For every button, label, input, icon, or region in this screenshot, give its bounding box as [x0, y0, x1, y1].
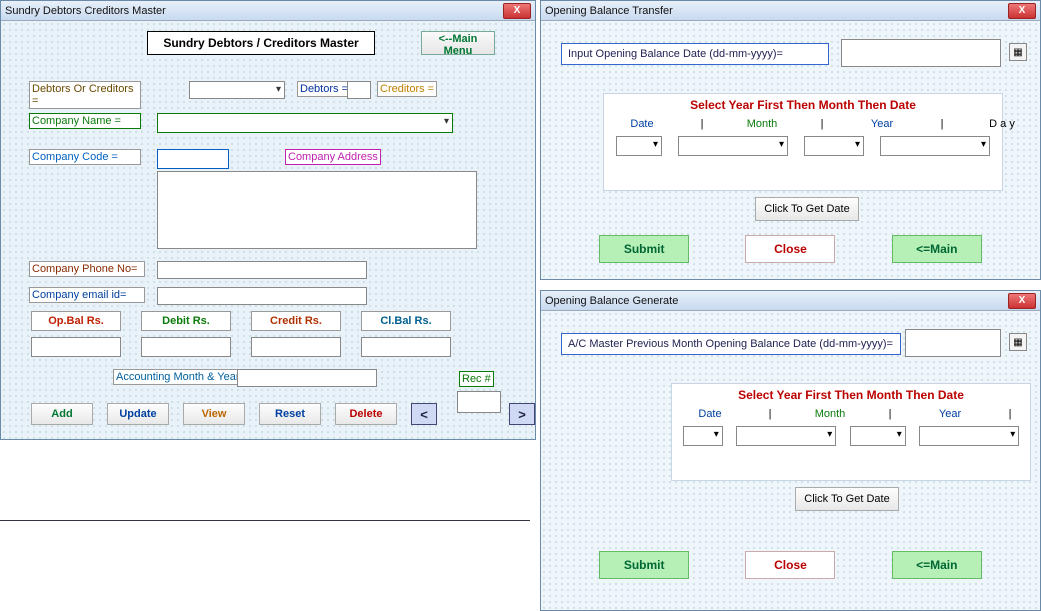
divider	[0, 520, 530, 521]
transfer-titlebar: Opening Balance Transfer X	[541, 1, 1040, 21]
generate-date-panel: Select Year First Then Month Then Date D…	[671, 383, 1031, 481]
debtors-or-creditors-select[interactable]	[189, 81, 285, 99]
opening-balance-generate-window: Opening Balance Generate X A/C Master Pr…	[540, 290, 1041, 611]
amount-fields-row	[31, 337, 451, 357]
label-debit: Debit Rs.	[141, 311, 231, 331]
debit-field[interactable]	[141, 337, 231, 357]
close-icon[interactable]: X	[503, 3, 531, 19]
get-date-button[interactable]: Click To Get Date	[755, 197, 859, 221]
hdr-month: Month	[732, 118, 792, 130]
generate-titlebar: Opening Balance Generate X	[541, 291, 1040, 311]
close-icon[interactable]: X	[1008, 3, 1036, 19]
panel-title: Select Year First Then Month Then Date	[604, 94, 1002, 116]
op-bal-field[interactable]	[31, 337, 121, 357]
panel-title: Select Year First Then Month Then Date	[672, 384, 1030, 406]
panel-selects	[604, 132, 1002, 156]
main-button[interactable]: <=Main	[892, 235, 982, 263]
credit-field[interactable]	[251, 337, 341, 357]
page-title: Sundry Debtors / Creditors Master	[147, 31, 375, 55]
hdr-date: Date	[680, 408, 740, 420]
label-company-address: Company Address	[285, 149, 381, 165]
label-debtors-or-creditors: Debtors Or Creditors =	[29, 81, 141, 109]
company-code-field[interactable]	[157, 149, 229, 169]
main-button[interactable]: <=Main	[892, 551, 982, 579]
label-company-email: Company email id=	[29, 287, 145, 303]
date-select[interactable]	[616, 136, 662, 156]
generate-actions: Submit Close <=Main	[541, 551, 1040, 579]
get-date-button[interactable]: Click To Get Date	[795, 487, 899, 511]
reset-button[interactable]: Reset	[259, 403, 321, 425]
debtors-field[interactable]	[347, 81, 371, 99]
hdr-year: Year	[852, 118, 912, 130]
cl-bal-field[interactable]	[361, 337, 451, 357]
opening-balance-transfer-window: Opening Balance Transfer X Input Opening…	[540, 0, 1041, 280]
transfer-date-input[interactable]	[841, 39, 1001, 67]
label-company-code: Company Code =	[29, 149, 141, 165]
close-button[interactable]: Close	[745, 551, 835, 579]
calendar-icon[interactable]	[1009, 333, 1027, 351]
calendar-icon[interactable]	[1009, 43, 1027, 61]
sundry-master-window: Sundry Debtors Creditors Master X Sundry…	[0, 0, 536, 440]
label-company-phone: Company Phone No=	[29, 261, 145, 277]
label-op-bal: Op.Bal Rs.	[31, 311, 121, 331]
master-titlebar: Sundry Debtors Creditors Master X	[1, 1, 535, 21]
hdr-day: D a y	[972, 118, 1032, 130]
day-display	[880, 136, 990, 156]
panel-headers: Date| Month| Year| D a y	[672, 406, 1030, 422]
close-icon[interactable]: X	[1008, 293, 1036, 309]
label-cl-bal: Cl.Bal Rs.	[361, 311, 451, 331]
update-button[interactable]: Update	[107, 403, 169, 425]
label-company-name: Company Name =	[29, 113, 141, 129]
master-title: Sundry Debtors Creditors Master	[5, 5, 503, 17]
label-accounting-month-year: Accounting Month & Year=	[113, 369, 249, 385]
transfer-title: Opening Balance Transfer	[545, 5, 1008, 17]
company-phone-field[interactable]	[157, 261, 367, 279]
next-record-button[interactable]: >	[509, 403, 535, 425]
transfer-prompt: Input Opening Balance Date (dd-mm-yyyy)=	[561, 43, 829, 65]
month-select[interactable]	[736, 426, 836, 446]
delete-button[interactable]: Delete	[335, 403, 397, 425]
generate-prompt: A/C Master Previous Month Opening Balanc…	[561, 333, 901, 355]
amount-labels-row: Op.Bal Rs. Debit Rs. Credit Rs. Cl.Bal R…	[31, 311, 451, 331]
year-select[interactable]	[850, 426, 906, 446]
panel-selects	[672, 422, 1030, 446]
company-name-select[interactable]	[157, 113, 453, 133]
generate-date-input[interactable]	[905, 329, 1001, 357]
close-button[interactable]: Close	[745, 235, 835, 263]
transfer-actions: Submit Close <=Main	[541, 235, 1040, 263]
submit-button[interactable]: Submit	[599, 235, 689, 263]
prev-record-button[interactable]: <	[411, 403, 437, 425]
view-button[interactable]: View	[183, 403, 245, 425]
hdr-date: Date	[612, 118, 672, 130]
day-display	[919, 426, 1019, 446]
year-select[interactable]	[804, 136, 864, 156]
label-debtors: Debtors =	[297, 81, 351, 97]
hdr-month: Month	[800, 408, 860, 420]
company-address-field[interactable]	[157, 171, 477, 249]
generate-title: Opening Balance Generate	[545, 295, 1008, 307]
label-creditors: Creditors =	[377, 81, 437, 97]
transfer-date-panel: Select Year First Then Month Then Date D…	[603, 93, 1003, 191]
action-buttons-row: Add Update View Reset Delete < >	[31, 403, 535, 425]
label-credit: Credit Rs.	[251, 311, 341, 331]
panel-headers: Date| Month| Year| D a y	[604, 116, 1002, 132]
add-button[interactable]: Add	[31, 403, 93, 425]
label-rec-no: Rec #	[459, 371, 494, 387]
company-email-field[interactable]	[157, 287, 367, 305]
submit-button[interactable]: Submit	[599, 551, 689, 579]
month-select[interactable]	[678, 136, 788, 156]
main-menu-button[interactable]: <--Main Menu	[421, 31, 495, 55]
hdr-year: Year	[920, 408, 980, 420]
accounting-month-year-field[interactable]	[237, 369, 377, 387]
date-select[interactable]	[683, 426, 723, 446]
